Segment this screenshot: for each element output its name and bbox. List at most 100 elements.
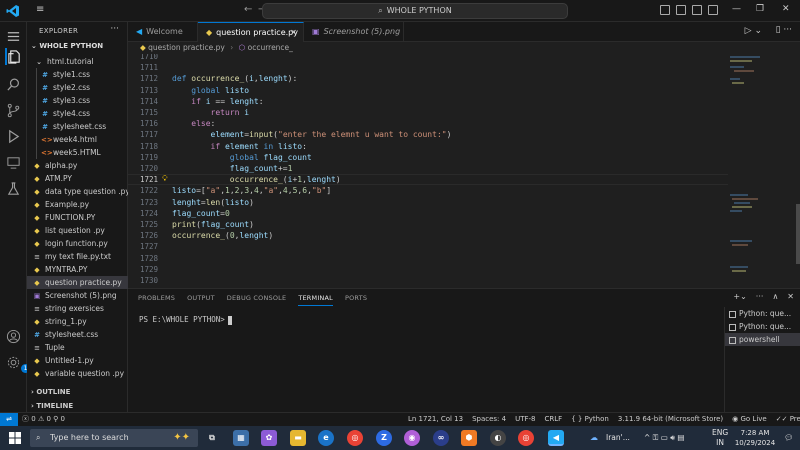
- code-line[interactable]: flag_count+=1: [172, 163, 293, 174]
- file-tree-item[interactable]: ◆ list question .py: [27, 224, 128, 237]
- toggle-panel-icon[interactable]: [676, 5, 686, 15]
- timeline-section[interactable]: › TIMELINE: [31, 402, 73, 410]
- testing-flask-icon[interactable]: [5, 180, 22, 197]
- python-interpreter[interactable]: 3.11.9 64-bit (Microsoft Store): [618, 413, 723, 426]
- weather-text[interactable]: Iran'...: [606, 426, 630, 450]
- remote-indicator-icon[interactable]: ⇌: [0, 413, 18, 426]
- taskbar-search[interactable]: ⌕ Type here to search ✦✦: [30, 429, 198, 447]
- widgets-icon[interactable]: ▦: [233, 430, 249, 446]
- file-tree-item[interactable]: # stylesheet.css: [27, 120, 128, 133]
- chrome-browser-icon[interactable]: ◎: [347, 430, 363, 446]
- file-tree-item[interactable]: ◆ ATM.PY: [27, 172, 128, 185]
- file-tree-item[interactable]: ◆ login function.py: [27, 237, 128, 250]
- close-tab-icon[interactable]: ✕: [290, 23, 297, 43]
- clock[interactable]: 7:28 AM 10/29/2024: [730, 428, 780, 448]
- file-tree-item[interactable]: # style4.css: [27, 107, 128, 120]
- minimap-scrollbar[interactable]: [796, 204, 800, 264]
- source-control-icon[interactable]: [5, 102, 22, 119]
- vscode-taskbar-icon[interactable]: ◀: [548, 430, 564, 446]
- file-tree-item[interactable]: ≡ string exersices: [27, 302, 128, 315]
- zoom-icon[interactable]: Z: [376, 430, 392, 446]
- panel-more-icon[interactable]: ···: [756, 292, 764, 301]
- infinity-app-icon[interactable]: ∞: [433, 430, 449, 446]
- editor-tab[interactable]: ▣ Screenshot (5).png: [304, 22, 404, 42]
- terminal-instance[interactable]: Python: que...: [725, 307, 800, 320]
- language-mode[interactable]: { } Python: [571, 413, 609, 426]
- code-line[interactable]: print(flag_count): [172, 219, 254, 230]
- language-indicator[interactable]: ENG IN: [712, 428, 728, 448]
- code-line[interactable]: if element in listo:: [172, 141, 307, 152]
- restore-icon[interactable]: ❐: [756, 4, 764, 14]
- close-window-icon[interactable]: ✕: [782, 4, 790, 14]
- terminal-instance[interactable]: powershell: [725, 333, 800, 346]
- weather-icon[interactable]: ☁: [586, 430, 602, 446]
- office-app-icon[interactable]: ⬢: [461, 430, 477, 446]
- file-tree-item[interactable]: <>week5.HTML: [27, 146, 128, 159]
- code-line[interactable]: def occurrence_(i,lenght):: [172, 73, 297, 84]
- maximize-panel-icon[interactable]: ∧: [772, 292, 778, 301]
- file-tree-item[interactable]: # style1.css: [27, 68, 128, 81]
- problems-status[interactable]: ⓧ 0 ⚠ 0 ⚲ 0: [22, 413, 65, 426]
- customize-layout-icon[interactable]: [708, 5, 718, 15]
- breadcrumb-file[interactable]: question practice.py: [148, 43, 225, 52]
- more-actions-icon[interactable]: ···: [110, 24, 119, 34]
- menu-icon[interactable]: [5, 28, 22, 45]
- terminal-output[interactable]: PS E:\WHOLE PYTHON>: [139, 315, 232, 325]
- file-tree-item[interactable]: ≡ Tuple: [27, 341, 128, 354]
- copilot-icon[interactable]: ✿: [261, 430, 277, 446]
- settings-gear-icon[interactable]: 1: [5, 354, 30, 373]
- code-line[interactable]: occurrence_(i+1,lenght): [172, 174, 341, 185]
- chrome-profile-icon[interactable]: ◎: [518, 430, 534, 446]
- app-icon[interactable]: ◉: [404, 430, 420, 446]
- file-tree-item[interactable]: # stylesheet.css: [27, 328, 128, 341]
- end-of-line[interactable]: CRLF: [545, 413, 563, 426]
- code-line[interactable]: if i == lenght:: [172, 96, 263, 107]
- cursor-position[interactable]: Ln 1721, Col 13: [408, 413, 463, 426]
- edge-browser-icon[interactable]: e: [318, 430, 334, 446]
- run-python-file-icon[interactable]: ▷ ⌄: [745, 26, 762, 36]
- toggle-primary-sidebar-icon[interactable]: [660, 5, 670, 15]
- remote-explorer-icon[interactable]: [5, 154, 22, 171]
- toggle-secondary-sidebar-icon[interactable]: [692, 5, 702, 15]
- windows-start-icon[interactable]: [9, 432, 21, 444]
- panel-tab-ports[interactable]: PORTS: [345, 294, 367, 306]
- panel-tab-problems[interactable]: PROBLEMS: [138, 294, 175, 306]
- file-tree-item[interactable]: ◆ Example.py: [27, 198, 128, 211]
- file-tree-item[interactable]: ◆ string_1.py: [27, 315, 128, 328]
- editor-more-actions-icon[interactable]: ▯ ···: [776, 25, 792, 35]
- file-tree-item[interactable]: ◆ FUNCTION.PY: [27, 211, 128, 224]
- editor-tab[interactable]: ◀ Welcome: [128, 22, 198, 42]
- file-tree-item[interactable]: ◆ Untitled-1.py: [27, 354, 128, 367]
- indentation[interactable]: Spaces: 4: [472, 413, 506, 426]
- code-line[interactable]: occurrence_(0,lenght): [172, 230, 273, 241]
- file-tree-item[interactable]: # style2.css: [27, 81, 128, 94]
- panel-tab-output[interactable]: OUTPUT: [187, 294, 215, 306]
- terminal-instance[interactable]: Python: que...: [725, 320, 800, 333]
- task-view-icon[interactable]: ⧉: [204, 430, 220, 446]
- close-panel-icon[interactable]: ✕: [787, 292, 794, 301]
- go-live[interactable]: ◉ Go Live: [732, 413, 767, 426]
- panel-tab-terminal[interactable]: TERMINAL: [298, 294, 333, 306]
- code-line[interactable]: lenght=len(listo): [172, 197, 254, 208]
- command-center-search[interactable]: ⌕ WHOLE PYTHON: [262, 3, 568, 19]
- code-line[interactable]: global flag_count: [172, 152, 312, 163]
- code-line[interactable]: listo=["a",1,2,3,4,"a",4,5,6,"b"]: [172, 185, 331, 196]
- panel-tab-debug-console[interactable]: DEBUG CONSOLE: [227, 294, 287, 306]
- file-tree-item[interactable]: ≡ my text file.py.txt: [27, 250, 128, 263]
- file-tree-item[interactable]: ◆ alpha.py: [27, 159, 128, 172]
- file-tree-item[interactable]: <>week4.html: [27, 133, 128, 146]
- code-line[interactable]: global listo: [172, 85, 249, 96]
- code-editor[interactable]: 1710 1711 1712 def occurrence_(i,lenght): 17…: [128, 54, 728, 288]
- code-line[interactable]: element=input("enter the elemnt u want t…: [172, 129, 452, 140]
- minimap[interactable]: [728, 54, 800, 288]
- file-tree-item[interactable]: ▣ Screenshot (5).png: [27, 289, 128, 302]
- back-arrow-icon[interactable]: ←: [244, 4, 252, 15]
- file-explorer-icon[interactable]: ▬: [290, 430, 306, 446]
- tray-icons[interactable]: ^ ⚿ ▭ 🔊︎ ▤: [644, 426, 684, 450]
- code-line[interactable]: flag_count=0: [172, 208, 230, 219]
- file-tree-item[interactable]: ⌄ html.tutorial: [27, 55, 128, 68]
- lightbulb-icon[interactable]: 💡︎: [162, 174, 168, 184]
- menu-icon[interactable]: ≡: [36, 4, 44, 15]
- outline-section[interactable]: › OUTLINE: [31, 388, 70, 396]
- explorer-icon[interactable]: [5, 48, 22, 65]
